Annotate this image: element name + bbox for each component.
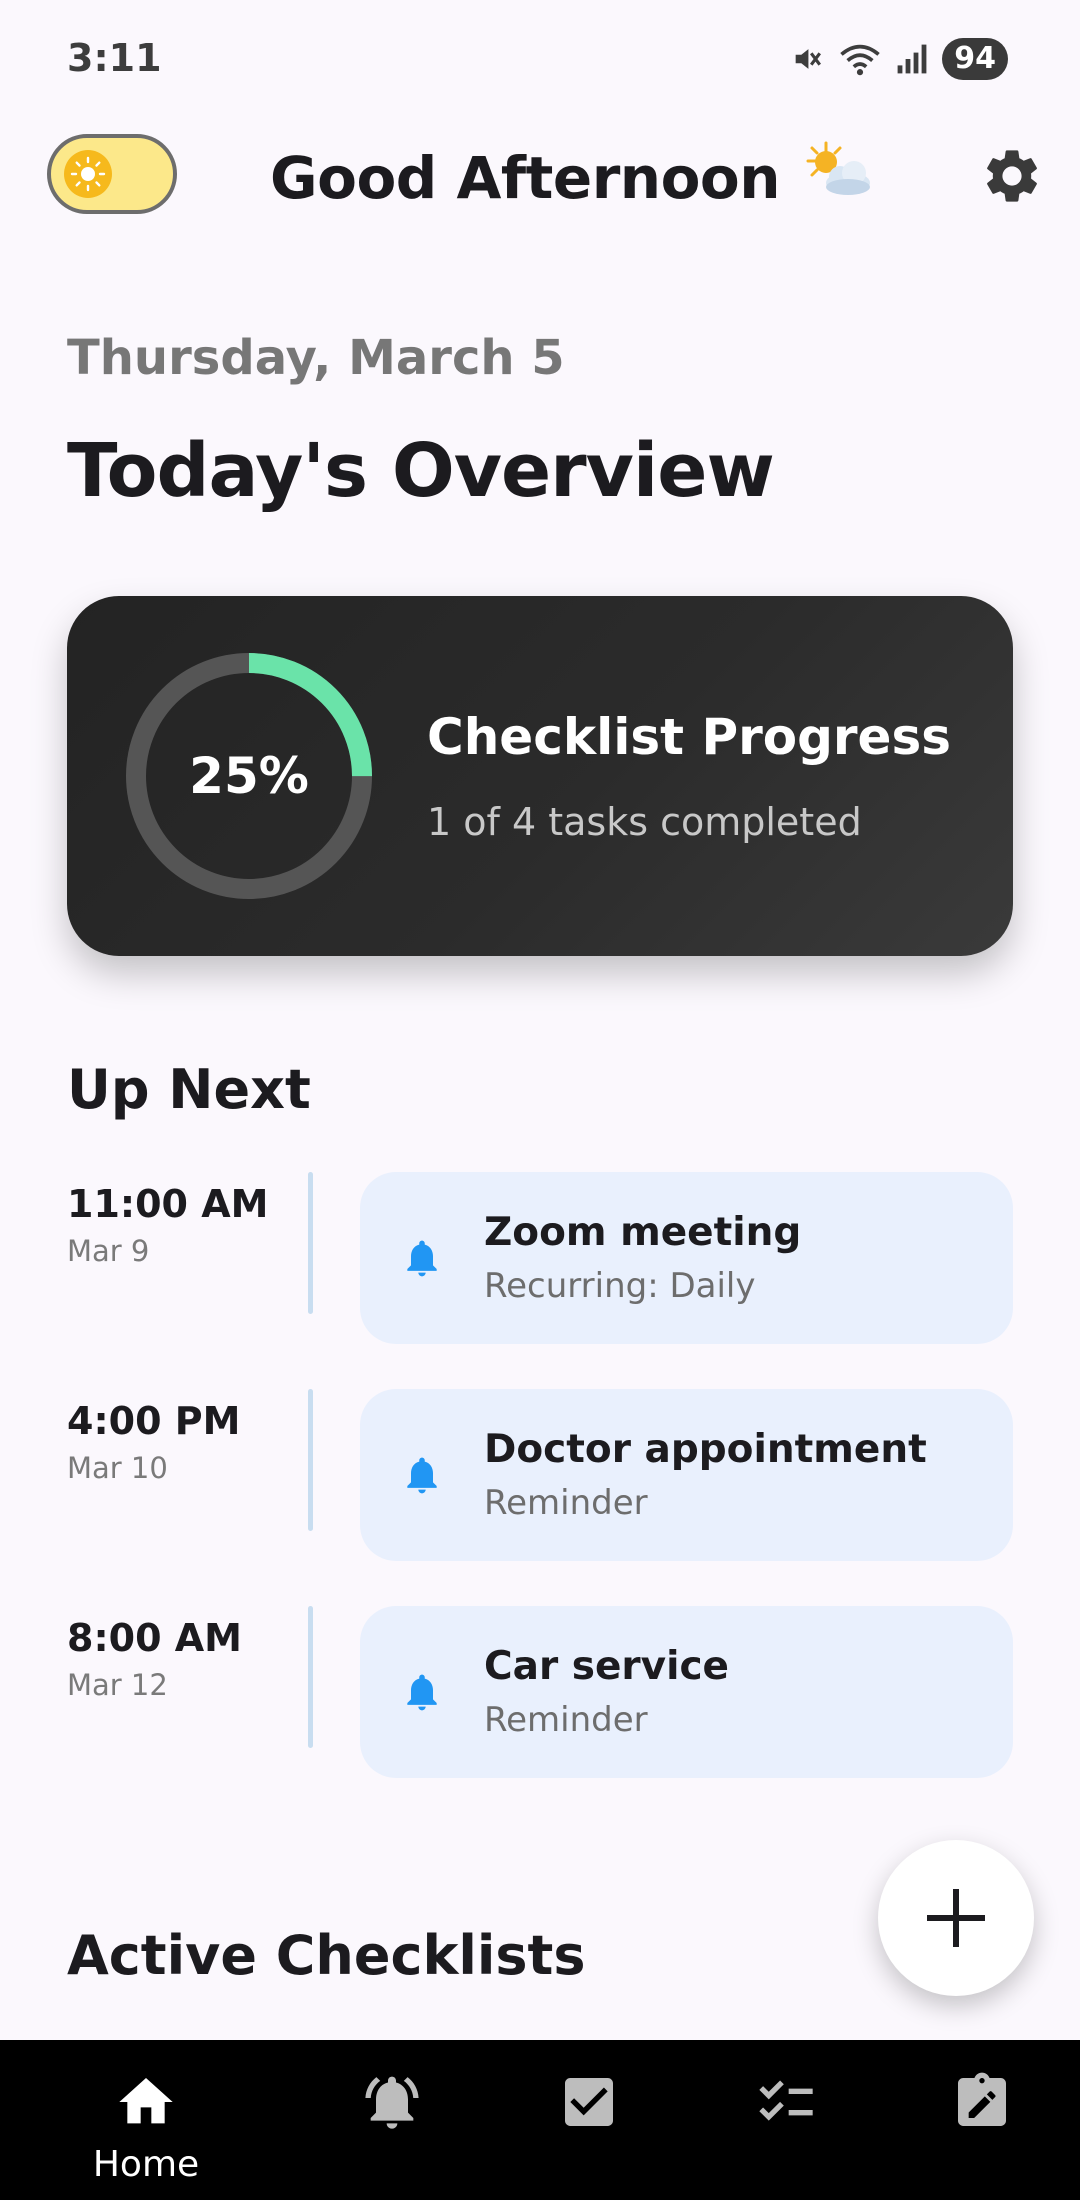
nav-notes[interactable]	[884, 2040, 1080, 2200]
greeting-text: Good Afternoon	[270, 144, 781, 212]
nav-reminders[interactable]	[294, 2040, 490, 2200]
active-checklists-title: Active Checklists	[67, 1924, 586, 1987]
reminder-card-zoom-meeting[interactable]: Zoom meeting Recurring: Daily	[360, 1172, 1013, 1344]
greeting-title: Good Afternoon	[270, 138, 874, 218]
reminder-row: 8:00 AM Mar 12 Car service Reminder	[0, 1606, 1080, 1778]
bell-icon	[407, 1674, 437, 1711]
add-button[interactable]	[878, 1840, 1034, 1996]
reminder-card-doctor-appointment[interactable]: Doctor appointment Reminder	[360, 1389, 1013, 1561]
reminder-title: Doctor appointment	[484, 1427, 927, 1472]
gear-icon	[987, 150, 1037, 202]
note-edit-icon	[958, 2072, 1006, 2126]
reminder-time: 8:00 AM	[67, 1616, 242, 1660]
plus-icon	[927, 1889, 985, 1947]
bottom-nav: Home	[0, 2040, 1080, 2200]
reminder-date: Mar 10	[67, 1451, 168, 1485]
home-icon	[119, 2078, 173, 2124]
page-title: Today's Overview	[67, 428, 775, 514]
reminder-date: Mar 12	[67, 1668, 168, 1702]
status-bar: 3:11 94	[0, 0, 1080, 120]
reminder-title: Zoom meeting	[484, 1210, 802, 1255]
reminder-time: 11:00 AM	[67, 1182, 269, 1226]
timeline-divider	[308, 1172, 313, 1314]
checkbox-icon	[565, 2078, 613, 2126]
progress-card-title: Checklist Progress	[427, 708, 951, 766]
reminder-time: 4:00 PM	[67, 1399, 241, 1443]
nav-home[interactable]: Home	[48, 2040, 244, 2200]
bell-ring-icon	[365, 2076, 419, 2129]
reminder-date: Mar 9	[67, 1234, 150, 1268]
theme-toggle[interactable]	[47, 134, 177, 214]
reminder-card-car-service[interactable]: Car service Reminder	[360, 1606, 1013, 1778]
mute-icon	[790, 42, 824, 76]
nav-checklists[interactable]	[688, 2040, 884, 2200]
sun-behind-cloud-icon	[796, 139, 874, 217]
checklist-progress-card[interactable]: 25% Checklist Progress 1 of 4 tasks comp…	[67, 596, 1013, 956]
status-time: 3:11	[67, 36, 162, 80]
checklist-icon	[759, 2080, 813, 2121]
sun-icon	[64, 150, 112, 198]
reminder-subtitle: Reminder	[484, 1700, 648, 1740]
date-label: Thursday, March 5	[67, 330, 565, 386]
reminder-row: 4:00 PM Mar 10 Doctor appointment Remind…	[0, 1389, 1080, 1561]
up-next-title: Up Next	[67, 1058, 311, 1121]
timeline-divider	[308, 1389, 313, 1531]
progress-percent: 25%	[189, 747, 309, 805]
signal-icon	[896, 43, 928, 75]
nav-tasks[interactable]	[491, 2040, 687, 2200]
settings-button[interactable]	[980, 144, 1044, 208]
battery-indicator: 94	[942, 38, 1008, 80]
reminder-row: 11:00 AM Mar 9 Zoom meeting Recurring: D…	[0, 1172, 1080, 1344]
home-screen: 3:11 94 Good Afternoon Thursday, March 5…	[0, 0, 1080, 2200]
reminder-subtitle: Reminder	[484, 1483, 648, 1523]
reminder-title: Car service	[484, 1644, 730, 1689]
bell-icon	[407, 1457, 437, 1494]
nav-home-label: Home	[92, 2144, 200, 2185]
status-icons: 94	[790, 38, 1008, 80]
reminder-subtitle: Recurring: Daily	[484, 1266, 756, 1306]
timeline-divider	[308, 1606, 313, 1748]
progress-card-subtitle: 1 of 4 tasks completed	[427, 800, 862, 844]
bell-icon	[407, 1240, 437, 1277]
wifi-icon	[838, 42, 882, 76]
